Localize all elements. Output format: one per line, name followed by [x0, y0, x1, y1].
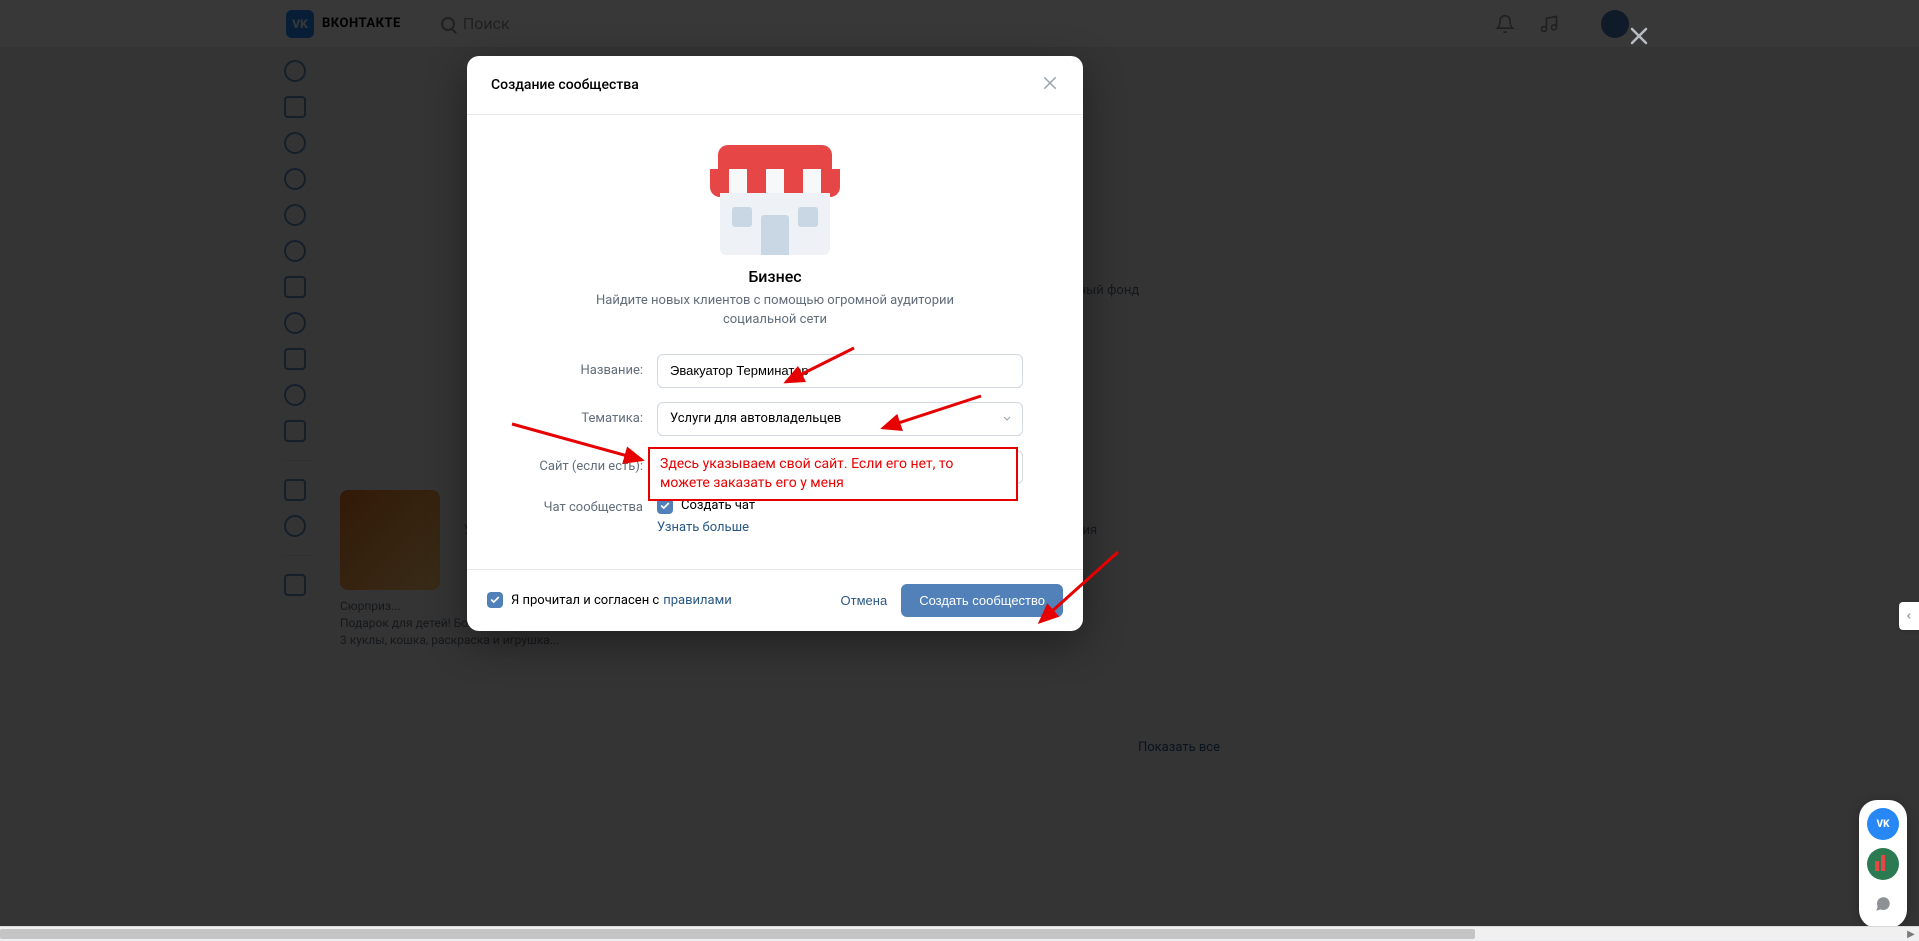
backdrop-close-button[interactable] [1627, 24, 1651, 52]
checkbox-checked-icon [487, 592, 503, 608]
modal-close-button[interactable] [1041, 74, 1059, 96]
row-name: Название: [527, 354, 1023, 388]
modal-header: Создание сообщества [467, 56, 1083, 115]
vk-widget-button[interactable]: VK [1867, 808, 1899, 840]
modal-footer: Я прочитал и согласен с правилами Отмена… [467, 569, 1083, 631]
agree-row[interactable]: Я прочитал и согласен с правилами [487, 592, 732, 608]
label-name: Название: [527, 363, 657, 378]
rules-link[interactable]: правилами [663, 593, 732, 608]
chat-widget-button[interactable] [1867, 888, 1899, 920]
cancel-button[interactable]: Отмена [827, 585, 902, 616]
row-topic: Тематика: Услуги для автовладельцев [527, 402, 1023, 436]
annotation-site-note: Здесь указываем свой сайт. Если его нет,… [648, 447, 1018, 501]
hero-title: Бизнес [748, 267, 801, 286]
label-site: Сайт (если есть): [527, 459, 657, 474]
label-chat: Чат сообщества [527, 498, 657, 515]
horizontal-scrollbar[interactable]: ▶ [0, 926, 1919, 940]
stats-widget-button[interactable] [1867, 848, 1899, 880]
row-chat: Чат сообщества Создать чат Узнать больше [527, 498, 1023, 535]
create-community-button[interactable]: Создать сообщество [901, 584, 1063, 617]
learn-more-link[interactable]: Узнать больше [657, 520, 1023, 535]
label-topic: Тематика: [527, 411, 657, 426]
business-hero-icon [710, 145, 840, 255]
create-community-modal: Создание сообщества Бизнес Найдите новых… [467, 56, 1083, 631]
side-widget-stack: VK [1859, 800, 1907, 928]
name-input[interactable] [657, 354, 1023, 388]
scrollbar-thumb[interactable] [0, 929, 1475, 939]
hero-description: Найдите новых клиентов с помощью огромно… [565, 292, 985, 330]
side-expand-toggle[interactable] [1899, 602, 1919, 630]
agree-text: Я прочитал и согласен с [511, 593, 659, 608]
modal-title: Создание сообщества [491, 77, 639, 93]
scrollbar-arrow-right-icon[interactable]: ▶ [1903, 927, 1919, 941]
topic-select[interactable]: Услуги для автовладельцев [657, 402, 1023, 436]
